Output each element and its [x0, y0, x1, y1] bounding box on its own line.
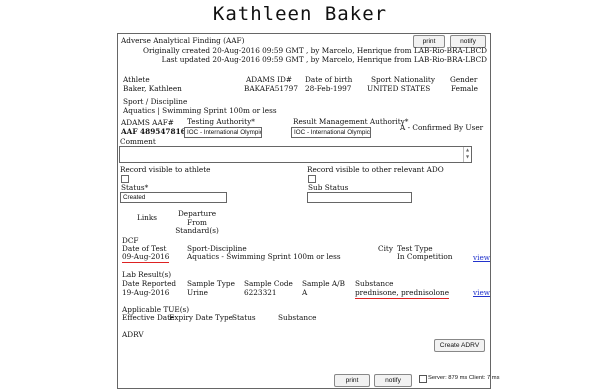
lab-sample-type-value: Urine — [187, 288, 208, 297]
tue-expiry-label: Expiry Date — [169, 313, 213, 322]
substatus-field[interactable] — [307, 192, 412, 203]
record-athlete-checkbox[interactable] — [121, 175, 129, 183]
dcf-test-type-value: In Competition — [397, 252, 453, 261]
dob-value: 28-Feb-1997 — [305, 84, 352, 93]
server-timing: Server: 879 ms Client: 7 ms — [428, 375, 500, 381]
links-label: Links — [137, 213, 158, 222]
dcf-sport-value: Aquatics - Swimming Sprint 100m or less — [187, 252, 341, 261]
result-management-label: Result Management Authority* — [293, 117, 409, 126]
confirmed-status: A - Confirmed By User — [400, 123, 484, 132]
testing-authority-label: Testing Authority* — [187, 117, 255, 126]
athlete-value: Baker, Kathleen — [123, 84, 182, 93]
lab-sample-ab-label: Sample A/B — [302, 279, 346, 288]
adams-id-value: BAKAFA51797 — [244, 84, 298, 93]
comment-scrollbar[interactable]: ▲ ▼ — [463, 147, 471, 162]
sport-nationality-value: UNITED STATES — [367, 84, 431, 93]
adams-aaf-value: AAF 489547816 — [121, 127, 186, 136]
sport-discipline-value: Aquatics | Swimming Sprint 100m or less — [123, 106, 277, 115]
create-adrv-button[interactable]: Create ADRV — [434, 339, 485, 352]
scroll-up-icon[interactable]: ▲ — [464, 147, 471, 153]
testing-authority-field[interactable]: IOC - International Olympic C — [184, 127, 262, 138]
status-field[interactable]: Created — [120, 192, 227, 203]
dcf-city-label: City — [378, 244, 393, 253]
tue-status-label: Status — [232, 313, 256, 322]
notify-button-bottom[interactable]: notify — [374, 374, 412, 387]
comment-textarea[interactable]: ▲ ▼ — [119, 146, 472, 163]
form-title: Adverse Analytical Finding (AAF) — [121, 36, 245, 45]
record-ado-label: Record visible to other relevant ADO — [307, 165, 444, 174]
lab-substance-value: prednisone, prednisolone — [355, 288, 450, 299]
adrv-heading: ADRV — [122, 330, 144, 339]
page-title: Kathleen Baker — [212, 3, 388, 25]
lab-date-value: 19-Aug-2016 — [122, 288, 170, 297]
print-button-bottom[interactable]: print — [334, 374, 370, 387]
departure-label: Departure From Standard(s) — [175, 209, 219, 236]
result-management-field[interactable]: IOC - International Olympic C — [291, 127, 371, 138]
lab-view-link[interactable]: view — [473, 288, 490, 298]
scroll-down-icon[interactable]: ▼ — [464, 154, 471, 160]
record-ado-checkbox[interactable] — [308, 175, 316, 183]
lab-sample-code-value: 6223321 — [244, 288, 277, 297]
gender-value: Female — [451, 84, 478, 93]
dcf-view-link[interactable]: view — [473, 253, 490, 263]
tue-type-label: Type — [215, 313, 233, 322]
tue-effective-label: Effective Date — [122, 313, 175, 322]
updated-line: Last updated 20-Aug-2016 09:59 GMT , by … — [161, 55, 487, 64]
timer-icon — [419, 375, 427, 383]
dcf-date-value: 09-Aug-2016 — [122, 252, 170, 263]
lab-sample-ab-value: A — [302, 288, 308, 297]
tue-substance-label: Substance — [278, 313, 317, 322]
record-athlete-label: Record visible to athlete — [120, 165, 211, 174]
